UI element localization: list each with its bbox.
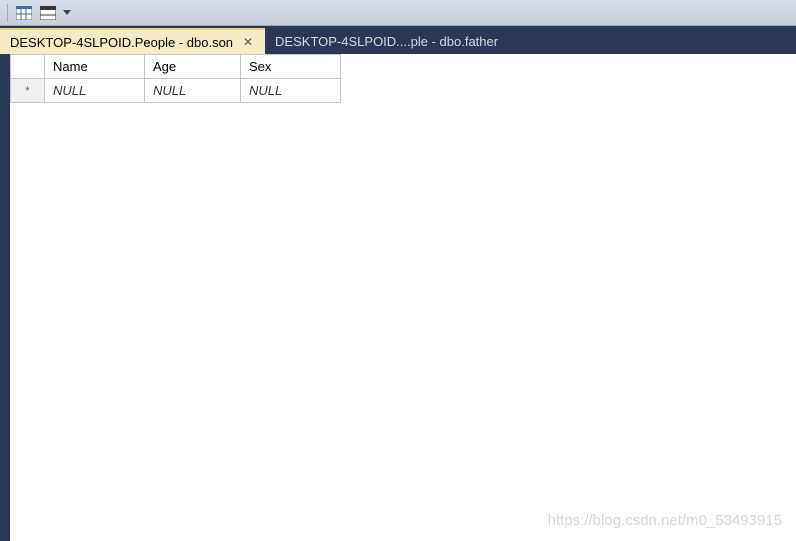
cell-sex[interactable]: NULL — [241, 79, 341, 103]
watermark: https://blog.csdn.net/m0_53493915 — [548, 512, 782, 529]
toolbar-separator — [7, 4, 8, 22]
header-row: Name Age Sex — [11, 55, 341, 79]
tab-dbo-father[interactable]: DESKTOP-4SLPOID....ple - dbo.father — [265, 28, 508, 54]
dropdown-arrow-icon[interactable] — [61, 3, 73, 23]
tab-dbo-son[interactable]: DESKTOP-4SLPOID.People - dbo.son ✕ — [0, 28, 265, 54]
table-row[interactable]: * NULL NULL NULL — [11, 79, 341, 103]
data-grid[interactable]: Name Age Sex * NULL NULL NULL — [10, 54, 341, 103]
top-toolbar — [0, 0, 796, 26]
content-area: Name Age Sex * NULL NULL NULL https://bl… — [0, 54, 796, 541]
left-gutter — [0, 54, 10, 541]
column-header-name[interactable]: Name — [45, 55, 145, 79]
table-icon[interactable] — [37, 3, 59, 23]
tab-label: DESKTOP-4SLPOID.People - dbo.son — [10, 35, 233, 50]
tab-bar: DESKTOP-4SLPOID.People - dbo.son ✕ DESKT… — [0, 26, 796, 54]
main-panel: Name Age Sex * NULL NULL NULL https://bl… — [10, 54, 796, 541]
grid-icon[interactable] — [13, 3, 35, 23]
row-marker[interactable]: * — [11, 79, 45, 103]
column-header-age[interactable]: Age — [145, 55, 241, 79]
close-icon[interactable]: ✕ — [241, 35, 255, 49]
cell-age[interactable]: NULL — [145, 79, 241, 103]
tab-label: DESKTOP-4SLPOID....ple - dbo.father — [275, 34, 498, 49]
column-header-sex[interactable]: Sex — [241, 55, 341, 79]
cell-name[interactable]: NULL — [45, 79, 145, 103]
row-header-corner[interactable] — [11, 55, 45, 79]
